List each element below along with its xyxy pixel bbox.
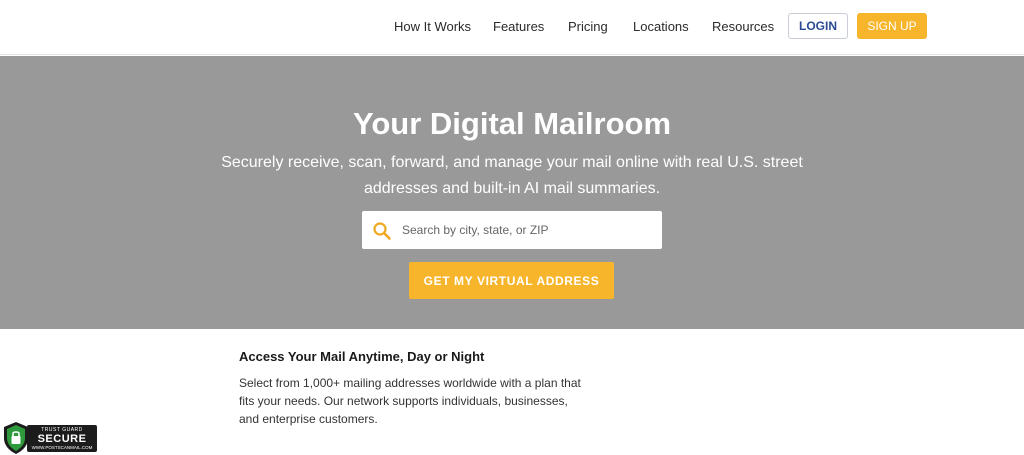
search-icon (372, 221, 392, 241)
nav-resources[interactable]: Resources (712, 19, 774, 34)
nav-locations[interactable]: Locations (633, 19, 689, 34)
hero-subtitle: Securely receive, scan, forward, and man… (221, 154, 803, 197)
site-header: How It Works Features Pricing Locations … (0, 0, 1024, 55)
shield-lock-icon (2, 421, 30, 455)
trust-badge-label: TRUST GUARD SECURE WWW.POSTSCANMAIL.COM (27, 425, 97, 452)
trust-badge-main: SECURE (37, 433, 87, 445)
nav-features[interactable]: Features (493, 19, 544, 34)
search-input[interactable] (402, 211, 652, 249)
get-virtual-address-button[interactable]: GET MY VIRTUAL ADDRESS (409, 262, 614, 299)
search-box[interactable] (362, 211, 662, 249)
hero-title: Your Digital Mailroom (352, 106, 672, 141)
trust-guard-badge[interactable]: TRUST GUARD SECURE WWW.POSTSCANMAIL.COM (0, 421, 100, 455)
section-title: Access Your Mail Anytime, Day or Night (239, 349, 485, 364)
hero-section: Your Digital Mailroom Securely receive, … (0, 56, 1024, 329)
page: How It Works Features Pricing Locations … (0, 0, 1024, 455)
nav-pricing[interactable]: Pricing (568, 19, 608, 34)
nav-how-it-works[interactable]: How It Works (394, 19, 471, 34)
trust-badge-site: WWW.POSTSCANMAIL.COM (31, 445, 93, 450)
signup-button[interactable]: SIGN UP (857, 13, 927, 39)
section-body: Select from 1,000+ mailing addresses wor… (239, 376, 581, 426)
login-button[interactable]: LOGIN (788, 13, 848, 39)
